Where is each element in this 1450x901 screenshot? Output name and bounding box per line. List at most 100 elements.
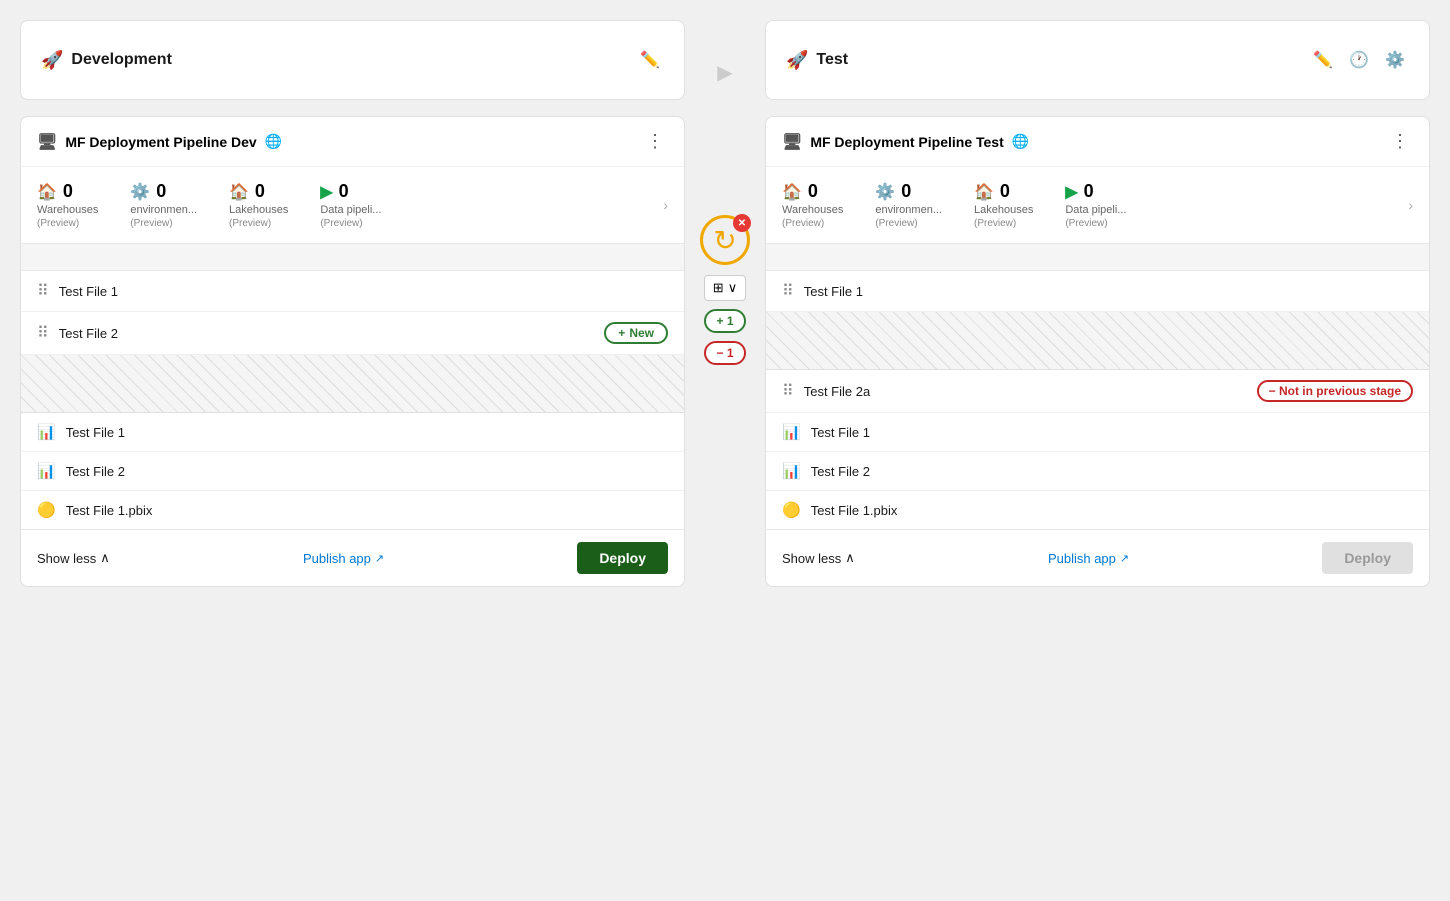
dev-publish-label: Publish app <box>303 551 371 566</box>
x-badge: ✕ <box>733 214 751 232</box>
dev-publish-button[interactable]: Publish app ↗ <box>303 551 384 566</box>
dev-file2-name: Test File 2 <box>59 326 595 341</box>
test-edit-button[interactable]: ✏️ <box>1309 48 1337 72</box>
test-metric-lakehouses: 🏠 0 Lakehouses (Preview) <box>974 181 1033 229</box>
test-metric-warehouses: 🏠 0 Warehouses (Preview) <box>782 181 843 229</box>
dev-pipeline-title: MF Deployment Pipeline Dev <box>65 134 256 150</box>
not-prev-badge: − Not in previous stage <box>1257 380 1413 402</box>
test-lakehouses-label: Lakehouses <box>974 204 1033 216</box>
grid-icon: ⠿ <box>37 323 49 343</box>
grid-icon: ⠿ <box>37 281 49 301</box>
chevron-up-icon: ∧ <box>845 550 855 566</box>
test-network-icon: 🌐 <box>1012 133 1029 150</box>
test-history-button[interactable]: 🕐 <box>1345 48 1373 72</box>
dev-stage-title: Development <box>71 51 171 69</box>
test-lakehouses-sub: (Preview) <box>974 218 1016 229</box>
compare-button[interactable]: ⊞ ∨ <box>704 275 746 301</box>
dev-pbix-name: Test File 1.pbix <box>66 503 668 518</box>
external-link-icon: ↗ <box>375 552 384 565</box>
dev-metrics-arrow[interactable]: › <box>663 197 668 213</box>
dataset-icon: 📊 <box>37 462 56 480</box>
test-warehouses-label: Warehouses <box>782 204 843 216</box>
test-metrics-arrow[interactable]: › <box>1408 197 1413 213</box>
dataset-icon: 📊 <box>782 462 801 480</box>
dev-warehouses-value: 0 <box>63 181 73 202</box>
warehouse-icon: 🏠 <box>37 182 57 202</box>
test-pipeline-card: 🖥 MF Deployment Pipeline Test 🌐 ⋮ 🏠 0 Wa… <box>765 116 1430 587</box>
test-warehouses-sub: (Preview) <box>782 218 824 229</box>
test-pipeline-icon: 🖥 <box>782 132 802 152</box>
chevron-up-icon: ∧ <box>100 550 110 566</box>
list-item: 📊 Test File 1 <box>21 413 684 452</box>
test-file2a-name: Test File 2a <box>804 384 1247 399</box>
dev-dataset2-name: Test File 2 <box>66 464 668 479</box>
test-env-value: 0 <box>901 181 911 202</box>
lakehouse-icon: 🏠 <box>229 182 249 202</box>
compare-icon: ⊞ <box>713 280 724 296</box>
diff-removed-badge: − 1 <box>704 341 745 365</box>
dev-dataset1-name: Test File 1 <box>66 425 668 440</box>
new-badge-plus: + <box>618 326 625 340</box>
list-item: 🟡 Test File 1.pbix <box>21 491 684 529</box>
test-dataset2-name: Test File 2 <box>811 464 1413 479</box>
test-stage-header: 🚀 Test ✏️ 🕐 ⚙️ <box>765 20 1430 100</box>
stage-column-dev: 🚀 Development ✏️ 🖥 MF Deployment Pipelin… <box>20 20 685 587</box>
test-pipelines-sub: (Preview) <box>1065 218 1107 229</box>
test-deploy-label: Deploy <box>1344 550 1391 566</box>
test-show-less-label: Show less <box>782 551 841 566</box>
test-pipeline-title-group: 🖥 MF Deployment Pipeline Test 🌐 <box>782 132 1029 152</box>
test-dataset1-name: Test File 1 <box>811 425 1413 440</box>
test-metrics-row: 🏠 0 Warehouses (Preview) ⚙️ 0 environmen… <box>766 167 1429 243</box>
grid-icon: ⠿ <box>782 381 794 401</box>
list-item: ⠿ Test File 2a − Not in previous stage <box>766 370 1429 413</box>
test-pbix-name: Test File 1.pbix <box>811 503 1413 518</box>
test-stage-title-group: 🚀 Test <box>786 50 848 71</box>
env-icon: ⚙️ <box>875 182 895 202</box>
diff-added-label: + 1 <box>716 314 733 328</box>
new-badge-label: New <box>629 326 654 340</box>
dev-pipeline-icon: 🖥 <box>37 132 57 152</box>
refresh-icon: ↻ <box>713 224 736 257</box>
dev-warehouses-sub: (Preview) <box>37 218 79 229</box>
test-more-button[interactable]: ⋮ <box>1387 131 1413 152</box>
dev-deploy-label: Deploy <box>599 550 646 566</box>
test-env-sub: (Preview) <box>875 218 917 229</box>
dev-deploy-button[interactable]: Deploy <box>577 542 668 574</box>
external-link-icon: ↗ <box>1120 552 1129 565</box>
test-publish-button[interactable]: Publish app ↗ <box>1048 551 1129 566</box>
dev-network-icon: 🌐 <box>265 133 282 150</box>
test-stage-icon: 🚀 <box>786 50 808 71</box>
dev-hatched-area <box>21 355 684 413</box>
dev-show-less-button[interactable]: Show less ∧ <box>37 550 110 566</box>
dev-pipelines-label: Data pipeli... <box>320 204 381 216</box>
sync-circle: ↻ ✕ <box>700 215 750 265</box>
test-pipelines-label: Data pipeli... <box>1065 204 1126 216</box>
test-section-divider <box>766 243 1429 271</box>
dev-lakehouses-label: Lakehouses <box>229 204 288 216</box>
test-pipeline-header: 🖥 MF Deployment Pipeline Test 🌐 ⋮ <box>766 117 1429 167</box>
dev-lakehouses-sub: (Preview) <box>229 218 271 229</box>
dev-metric-warehouses: 🏠 0 Warehouses (Preview) <box>37 181 98 229</box>
not-prev-badge-label: − Not in previous stage <box>1269 384 1401 398</box>
dev-file-list: ⠿ Test File 1 ⠿ Test File 2 + New 📊 <box>21 271 684 529</box>
dev-env-sub: (Preview) <box>130 218 172 229</box>
dev-pipelines-sub: (Preview) <box>320 218 362 229</box>
dev-edit-button[interactable]: ✏️ <box>636 48 664 72</box>
list-item: ⠿ Test File 1 <box>21 271 684 312</box>
test-show-less-button[interactable]: Show less ∧ <box>782 550 855 566</box>
dev-stage-actions: ✏️ <box>636 48 664 72</box>
dev-pipeline-title-group: 🖥 MF Deployment Pipeline Dev 🌐 <box>37 132 282 152</box>
test-settings-button[interactable]: ⚙️ <box>1381 48 1409 72</box>
sync-badge: ↻ ✕ <box>698 213 752 267</box>
test-file-list: ⠿ Test File 1 ⠿ Test File 2a − Not in pr… <box>766 271 1429 529</box>
dev-more-button[interactable]: ⋮ <box>642 131 668 152</box>
dev-stage-icon: 🚀 <box>41 50 63 71</box>
dev-stage-header: 🚀 Development ✏️ <box>20 20 685 100</box>
dev-env-label: environmen... <box>130 204 197 216</box>
test-publish-label: Publish app <box>1048 551 1116 566</box>
dataset-icon: 📊 <box>37 423 56 441</box>
pipeline-icon: ▶ <box>320 182 332 202</box>
stage-column-test: 🚀 Test ✏️ 🕐 ⚙️ 🖥 MF Deployment Pipeline … <box>765 20 1430 587</box>
list-item: 🟡 Test File 1.pbix <box>766 491 1429 529</box>
new-badge: + New <box>604 322 668 344</box>
